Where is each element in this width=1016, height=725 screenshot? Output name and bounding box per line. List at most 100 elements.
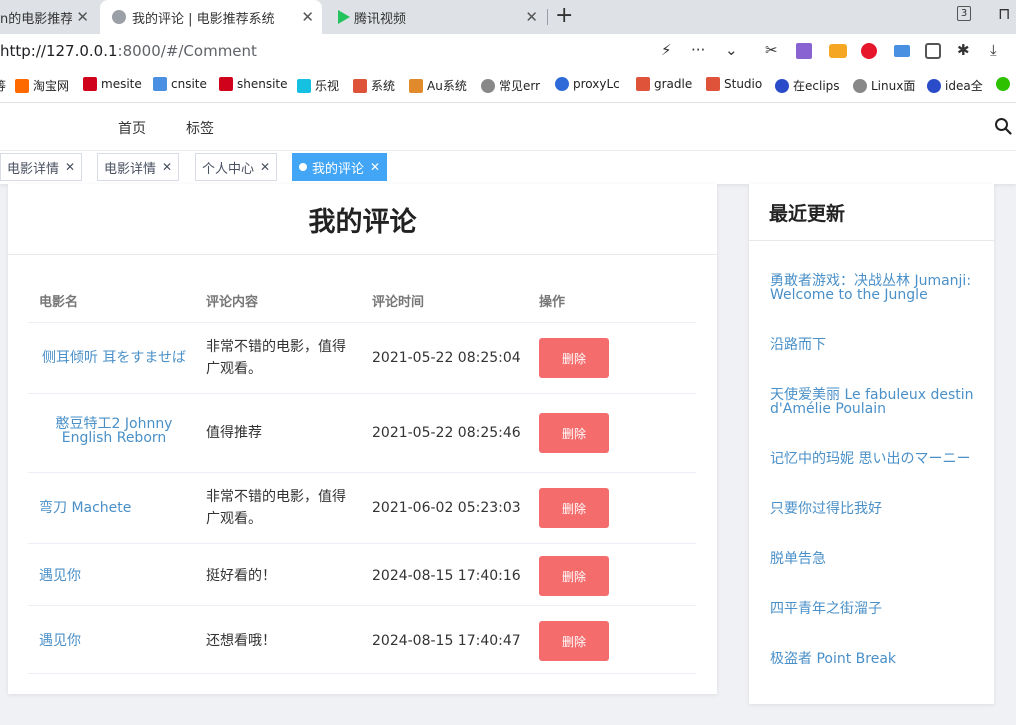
recent-movie-link[interactable]: 只要你过得比我好 <box>770 502 985 516</box>
bookmark-item[interactable]: Au系统 <box>409 77 467 94</box>
delete-button[interactable]: 删除 <box>539 621 609 661</box>
recent-movie-link[interactable]: 四平青年之街溜子 <box>770 602 985 616</box>
url-host: http://127.0.0.1 <box>0 42 118 60</box>
game-icon[interactable] <box>829 44 847 58</box>
browser-tab[interactable]: n的电影推荐 ✕ <box>0 0 97 34</box>
comment-time: 2021-05-22 08:25:46 <box>372 425 521 441</box>
comments-card: 我的评论 电影名 评论内容 评论时间 操作 侧耳倾听 耳をすませば 非常不错的电… <box>8 184 717 694</box>
movie-link[interactable]: 遇见你 <box>39 630 81 652</box>
translate-icon[interactable] <box>796 43 812 59</box>
row-divider <box>28 605 696 606</box>
close-tab-icon[interactable]: ✕ <box>301 8 314 26</box>
url-path: :8000/#/Comment <box>117 42 257 60</box>
recent-movie-link[interactable]: 记忆中的玛妮 思い出のマーニー <box>770 452 985 466</box>
bookmark-item[interactable]: 乐视 <box>297 77 339 94</box>
delete-button[interactable]: 删除 <box>539 556 609 596</box>
app-header: 首页 标签 <box>0 103 1016 151</box>
search-icon[interactable] <box>994 117 1012 135</box>
browser-tab-strip: n的电影推荐 ✕ 我的评论 | 电影推荐系统 ✕ 腾讯视频 ✕ + 3 ⊓ <box>0 0 1016 34</box>
active-dot-icon <box>299 163 307 171</box>
movie-link[interactable]: 遇见你 <box>39 565 81 587</box>
lightning-icon[interactable]: ⚡ <box>661 41 672 59</box>
chevron-down-icon[interactable]: ⌄ <box>725 41 738 59</box>
baidu-icon <box>927 78 941 93</box>
nav-home[interactable]: 首页 <box>118 118 146 138</box>
globe-icon <box>853 78 867 93</box>
movie-link[interactable]: 弯刀 Machete <box>39 497 131 519</box>
weibo-icon[interactable] <box>861 43 877 59</box>
bookmark-item[interactable] <box>996 77 1014 91</box>
row-divider <box>28 543 696 544</box>
bilibili-icon[interactable] <box>925 43 941 59</box>
close-tab-icon[interactable]: ✕ <box>76 8 89 26</box>
bookmark-icon <box>706 77 720 91</box>
bookmark-item[interactable]: Linux面 <box>853 77 915 94</box>
bookmark-item[interactable]: Studio <box>706 77 762 91</box>
delete-button[interactable]: 删除 <box>539 413 609 453</box>
shirt-icon[interactable]: ⊓ <box>998 4 1010 23</box>
recent-movie-link[interactable]: 勇敢者游戏：决战丛林 Jumanji: Welcome to the Jungl… <box>770 274 985 302</box>
comment-text: 非常不错的电影，值得广观看。 <box>206 339 346 377</box>
close-icon[interactable]: ✕ <box>162 160 172 174</box>
sidebar-title: 最近更新 <box>769 203 846 225</box>
comment-time: 2021-06-02 05:23:03 <box>372 500 521 516</box>
row-divider <box>28 322 696 323</box>
close-tab-icon[interactable]: ✕ <box>525 8 538 26</box>
bookmark-item[interactable]: gradle <box>636 77 692 91</box>
recent-movie-link[interactable]: 沿路而下 <box>770 338 985 352</box>
bookmark-item[interactable]: mesite <box>83 77 142 91</box>
bookmark-item[interactable]: 常见err <box>481 77 540 94</box>
tab-divider <box>547 9 548 25</box>
delete-button[interactable]: 删除 <box>539 338 609 378</box>
bookmark-icon <box>409 78 423 93</box>
bookmark-icon <box>636 77 650 91</box>
tv-icon <box>297 78 311 93</box>
page-tab-my-comments[interactable]: 我的评论 ✕ <box>292 153 388 181</box>
column-header-comment: 评论内容 <box>206 295 259 310</box>
row-divider <box>28 673 696 674</box>
browser-tab-active[interactable]: 我的评论 | 电影推荐系统 ✕ <box>100 0 322 34</box>
tab-count-badge[interactable]: 3 <box>957 6 971 21</box>
page-title: 我的评论 <box>308 207 417 238</box>
row-divider <box>28 393 696 394</box>
bookmark-icon <box>83 77 97 91</box>
close-icon[interactable]: ✕ <box>65 160 75 174</box>
close-icon[interactable]: ✕ <box>370 160 380 174</box>
page-tab-movie-detail[interactable]: 电影详情 ✕ <box>97 153 180 181</box>
globe-icon <box>112 10 126 24</box>
delete-button[interactable]: 删除 <box>539 488 609 528</box>
new-tab-icon[interactable]: + <box>555 3 573 28</box>
recent-updates-panel: 最近更新 勇敢者游戏：决战丛林 Jumanji: Welcome to the … <box>749 184 994 704</box>
column-header-action: 操作 <box>539 295 566 310</box>
page-tab-movie-detail[interactable]: 电影详情 ✕ <box>0 153 83 181</box>
bookmark-item[interactable]: proxyLc <box>555 77 620 91</box>
bookmark-item[interactable]: idea全 <box>927 77 983 94</box>
mail-icon[interactable] <box>894 45 910 57</box>
close-icon[interactable]: ✕ <box>260 160 270 174</box>
bookmark-item[interactable]: 淘宝网 <box>15 77 69 94</box>
movie-link[interactable]: 憨豆特工2 Johnny English Reborn <box>39 417 189 445</box>
bookmark-item[interactable]: 等 <box>0 77 6 94</box>
page-tab-profile[interactable]: 个人中心 ✕ <box>195 153 278 181</box>
bookmark-icon <box>555 77 569 91</box>
recent-movie-link[interactable]: 脱单告急 <box>770 552 985 566</box>
more-icon[interactable]: ··· <box>691 41 705 59</box>
url-field[interactable]: http://127.0.0.1:8000/#/Comment <box>0 42 257 60</box>
movie-link[interactable]: 侧耳倾听 耳をすませば <box>39 347 189 369</box>
recent-movie-link[interactable]: 天使爱美丽 Le fabuleux destin d'Amélie Poulai… <box>770 388 985 416</box>
bookmarks-bar: 等 淘宝网 mesite cnsite shensite 乐视 系统 Au系统 … <box>0 67 1016 103</box>
bookmark-item[interactable]: 在eclips <box>775 77 840 94</box>
browser-tab[interactable]: 腾讯视频 ✕ <box>324 0 546 34</box>
taobao-icon <box>15 78 29 93</box>
bookmark-item[interactable]: cnsite <box>153 77 207 91</box>
download-icon[interactable]: ⤓ <box>990 41 997 59</box>
bookmark-item[interactable]: 系统 <box>353 77 395 94</box>
bookmark-item[interactable]: shensite <box>219 77 288 91</box>
comment-time: 2021-05-22 08:25:04 <box>372 350 521 366</box>
browser-tab-title: 我的评论 | 电影推荐系统 <box>132 11 275 27</box>
extension-icon[interactable]: ✱ <box>957 41 970 59</box>
baidu-icon <box>775 78 789 93</box>
scissors-icon[interactable]: ✂ <box>765 41 778 59</box>
recent-movie-link[interactable]: 极盗者 Point Break <box>770 652 985 666</box>
nav-tags[interactable]: 标签 <box>186 118 214 138</box>
